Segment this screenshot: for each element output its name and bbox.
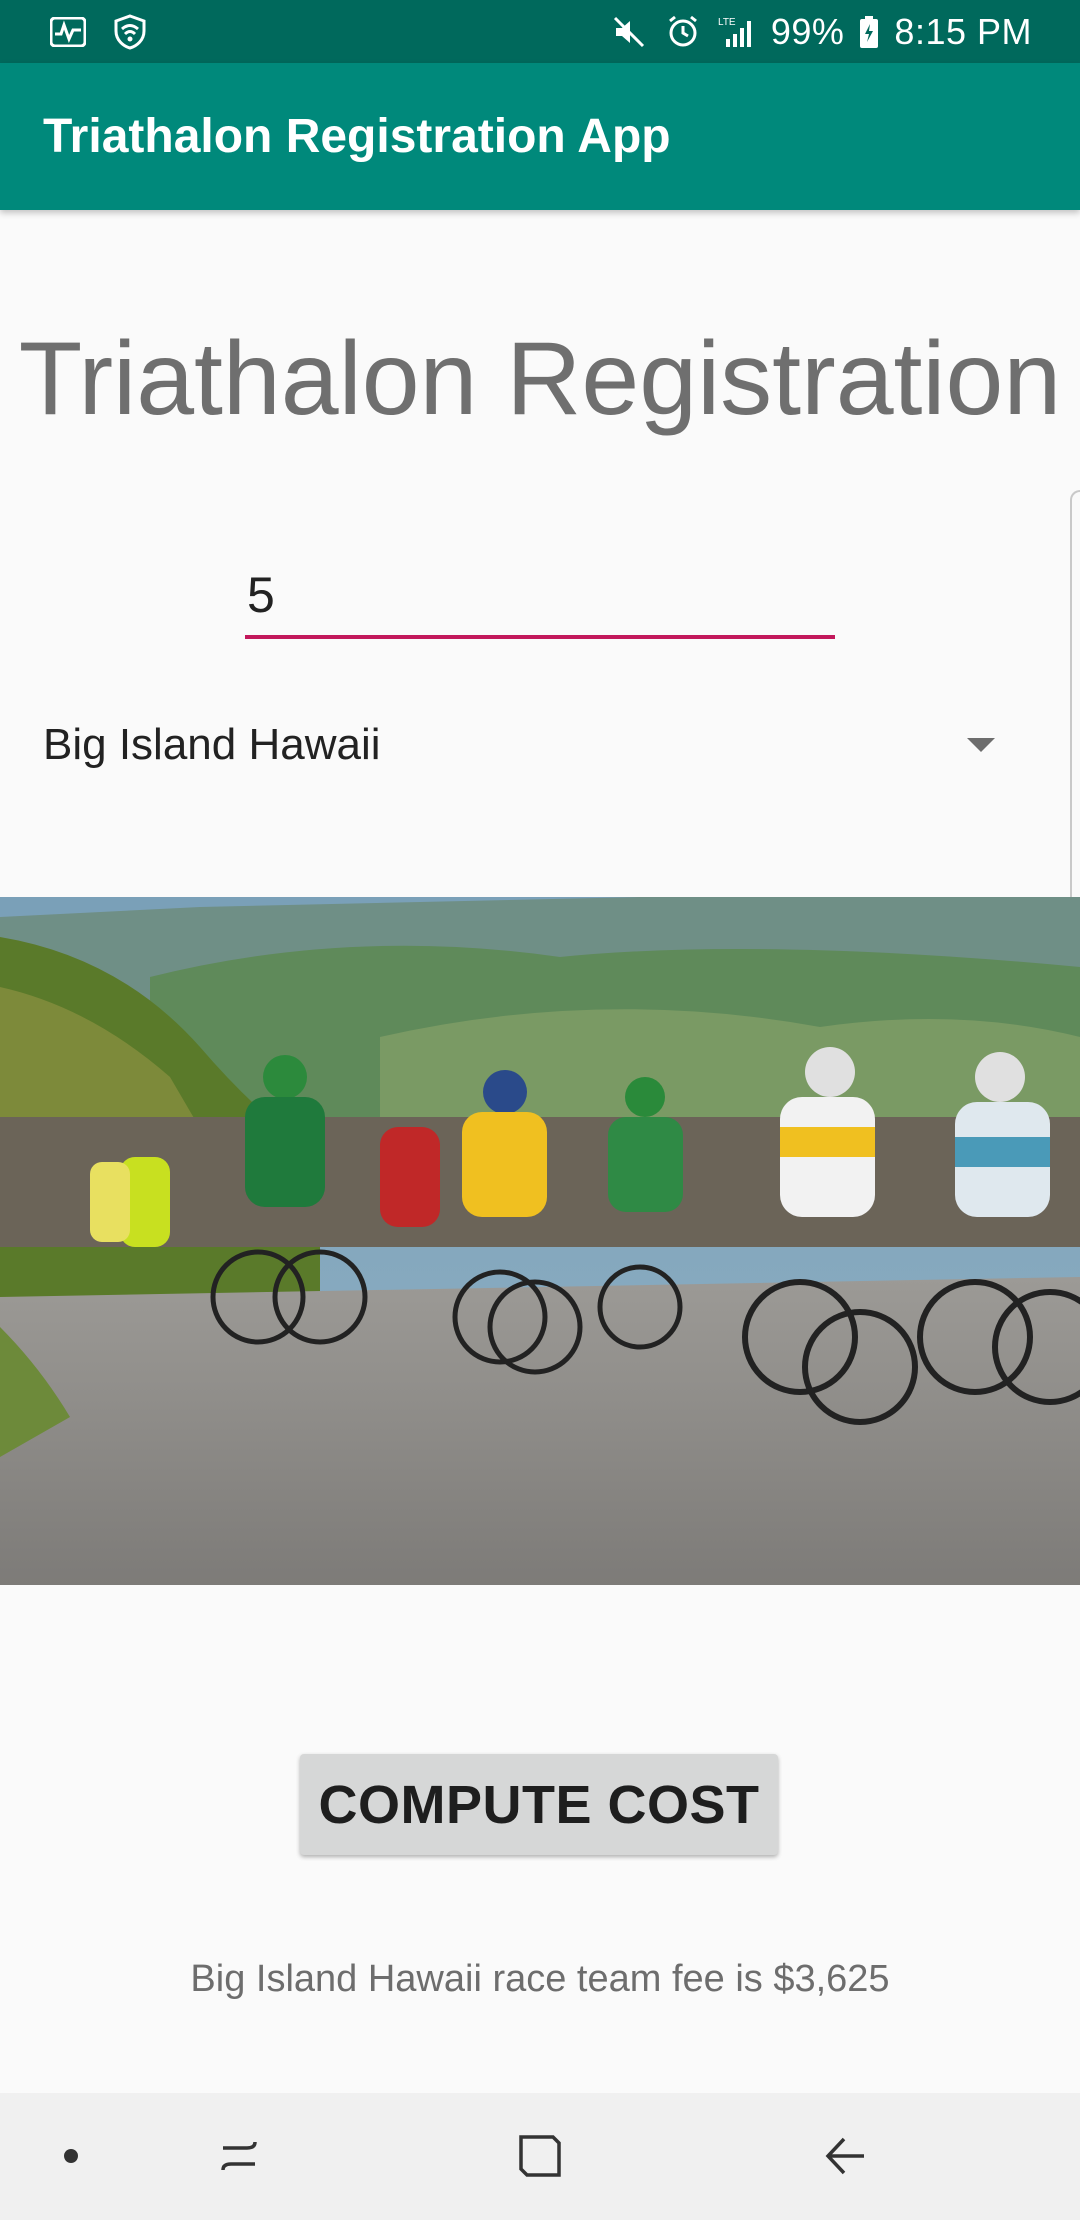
compute-cost-button[interactable]: COMPUTE COST: [300, 1754, 778, 1855]
status-time: 8:15 PM: [894, 10, 1032, 52]
app-bar-title: Triathalon Registration App: [43, 110, 671, 163]
status-right: LTE 99% 8:15 PM: [609, 11, 1032, 53]
location-spinner-value: Big Island Hawaii: [43, 720, 381, 769]
team-count-input[interactable]: [245, 555, 835, 639]
back-icon[interactable]: [820, 2131, 870, 2181]
lte-signal-icon: LTE: [717, 12, 757, 52]
dropdown-arrow-icon: [967, 738, 995, 752]
battery-icon: [858, 12, 880, 52]
result-text: Big Island Hawaii race team fee is $3,62…: [190, 1958, 890, 2000]
shield-wifi-icon: [110, 12, 150, 52]
svg-text:LTE: LTE: [718, 17, 736, 28]
activity-icon: [48, 12, 88, 52]
recent-apps-icon[interactable]: [214, 2131, 264, 2181]
battery-percent: 99%: [770, 10, 845, 52]
status-left: [48, 12, 150, 52]
app-bar: Triathalon Registration App: [0, 63, 1080, 210]
status-bar: LTE 99% 8:15 PM: [0, 0, 1080, 63]
navigation-bar: [0, 2093, 1080, 2220]
alarm-icon: [663, 12, 703, 52]
page-title: Triathalon Registration: [18, 321, 1062, 437]
location-spinner[interactable]: Big Island Hawaii: [43, 700, 1023, 790]
edge-panel-handle[interactable]: [1070, 490, 1080, 940]
mute-icon: [609, 12, 649, 52]
cycling-race-photo: [0, 897, 1080, 1585]
home-icon[interactable]: [515, 2131, 565, 2181]
recents-dot-icon[interactable]: [46, 2131, 96, 2181]
